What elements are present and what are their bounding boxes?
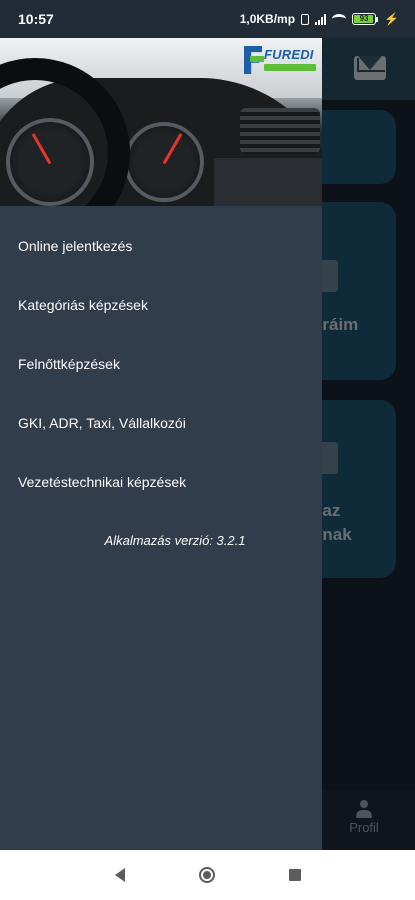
company-logo: FUREDI	[244, 46, 318, 74]
status-bar: 10:57 1,0KB/mp 93 ⚡	[0, 0, 415, 38]
air-vent	[240, 108, 320, 154]
signal-icon	[315, 13, 327, 25]
system-nav-bar	[0, 850, 415, 900]
menu-item-driving-technique[interactable]: Vezetéstechnikai képzések	[0, 452, 322, 511]
bluetooth-icon	[301, 13, 310, 25]
app-version: Alkalmazás verzió: 3.2.1	[104, 533, 246, 548]
menu-item-category-courses[interactable]: Kategóriás képzések	[0, 275, 322, 334]
recents-icon[interactable]	[288, 869, 301, 881]
drawer-header-image: FUREDI	[0, 38, 322, 206]
back-icon[interactable]	[114, 868, 125, 882]
home-icon[interactable]	[198, 867, 215, 883]
network-speed: 1,0KB/mp	[239, 12, 296, 26]
menu-item-online-registration[interactable]: Online jelentkezés	[0, 216, 322, 275]
tachometer-gauge	[124, 122, 204, 202]
status-icons: 1,0KB/mp 93 ⚡	[240, 12, 399, 26]
navigation-drawer: FUREDI Online jelentkezés Kategóriás kép…	[0, 38, 322, 850]
menu-item-adult-training[interactable]: Felnőttképzések	[0, 334, 322, 393]
menu-item-gki-adr-taxi[interactable]: GKI, ADR, Taxi, Vállalkozói	[0, 393, 322, 452]
battery-icon: 93	[352, 13, 379, 25]
charging-icon: ⚡	[384, 12, 399, 26]
drawer-menu: Online jelentkezés Kategóriás képzések F…	[0, 216, 322, 511]
wifi-icon	[332, 14, 347, 24]
battery-level: 93	[359, 14, 369, 23]
status-time: 10:57	[18, 11, 54, 27]
logo-text: FUREDI	[264, 47, 314, 62]
